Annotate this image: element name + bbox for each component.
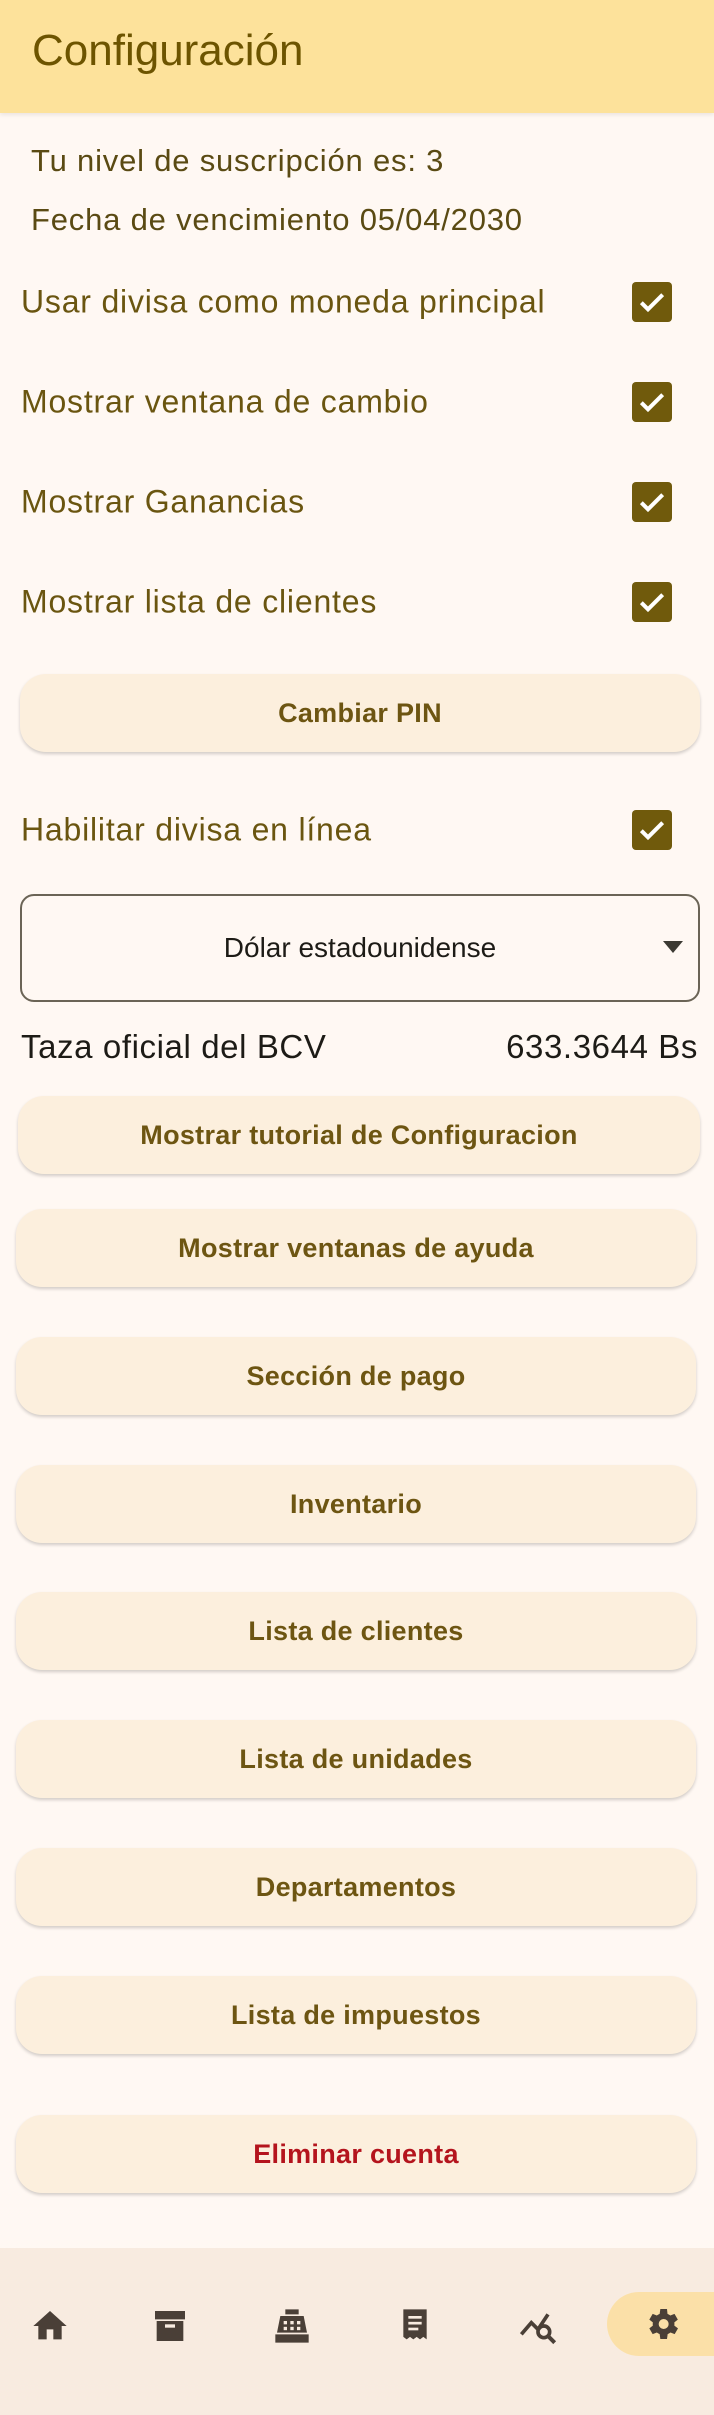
tax-list-button[interactable]: Lista de impuestos: [16, 1976, 696, 2054]
show-help-windows-button[interactable]: Mostrar ventanas de ayuda: [16, 1209, 696, 1287]
dropdown-arrow-icon: [663, 941, 683, 953]
inventory-button[interactable]: Inventario: [16, 1465, 696, 1543]
check-icon: [639, 493, 665, 513]
option-online-currency[interactable]: Habilitar divisa en línea: [0, 795, 714, 865]
currency-select-value: Dólar estadounidense: [223, 932, 497, 963]
bcv-rate-value: 633.3644 Bs: [506, 1028, 698, 1065]
check-icon: [639, 593, 665, 613]
nav-cash-register[interactable]: [257, 2296, 327, 2356]
client-list-button[interactable]: Lista de clientes: [16, 1592, 696, 1670]
cash-register-icon: [275, 2309, 309, 2343]
option-label: Mostrar ventana de cambio: [21, 383, 429, 420]
nav-archive[interactable]: [135, 2296, 205, 2356]
receipt-icon: [403, 2309, 427, 2340]
check-icon: [639, 293, 665, 313]
bottom-navigation: [0, 2248, 714, 2415]
delete-account-button[interactable]: Eliminar cuenta: [16, 2115, 696, 2193]
online-currency-checkbox[interactable]: [632, 810, 672, 850]
bcv-rate-label: Taza oficial del BCV: [21, 1028, 327, 1065]
page-title: Configuración: [32, 26, 304, 75]
nav-settings[interactable]: [607, 2292, 714, 2356]
option-label: Mostrar Ganancias: [21, 483, 305, 520]
nav-home[interactable]: [15, 2296, 85, 2356]
option-label: Mostrar lista de clientes: [21, 583, 378, 620]
chart-search-icon: [519, 2313, 557, 2345]
show-profits-checkbox[interactable]: [632, 482, 672, 522]
subscription-expiry: Fecha de vencimiento 05/04/2030: [31, 202, 523, 237]
archive-icon: [155, 2311, 185, 2341]
option-show-profits[interactable]: Mostrar Ganancias: [0, 467, 714, 537]
unit-list-button[interactable]: Lista de unidades: [16, 1720, 696, 1798]
option-exchange-window[interactable]: Mostrar ventana de cambio: [0, 367, 714, 437]
nav-reports[interactable]: [503, 2296, 573, 2356]
departments-button[interactable]: Departamentos: [16, 1848, 696, 1926]
payment-section-button[interactable]: Sección de pago: [16, 1337, 696, 1415]
client-list-checkbox[interactable]: [632, 582, 672, 622]
check-icon: [639, 393, 665, 413]
settings-icon: [649, 2309, 678, 2339]
home-icon: [33, 2311, 67, 2340]
option-label: Usar divisa como moneda principal: [21, 283, 546, 320]
subscription-level: Tu nivel de suscripción es: 3: [31, 143, 445, 178]
change-pin-button[interactable]: Cambiar PIN: [20, 674, 700, 752]
currency-select[interactable]: Dólar estadounidense: [20, 894, 700, 1002]
app-root: Configuración Tu nivel de suscripción es…: [0, 0, 714, 2415]
check-icon: [639, 821, 665, 841]
exchange-window-checkbox[interactable]: [632, 382, 672, 422]
main-currency-checkbox[interactable]: [632, 282, 672, 322]
option-label: Habilitar divisa en línea: [21, 811, 372, 848]
option-client-list[interactable]: Mostrar lista de clientes: [0, 567, 714, 637]
top-app-bar: Configuración: [0, 0, 714, 113]
show-tutorial-button[interactable]: Mostrar tutorial de Configuracion: [18, 1096, 700, 1174]
nav-receipt[interactable]: [380, 2296, 450, 2356]
option-main-currency[interactable]: Usar divisa como moneda principal: [0, 267, 714, 337]
